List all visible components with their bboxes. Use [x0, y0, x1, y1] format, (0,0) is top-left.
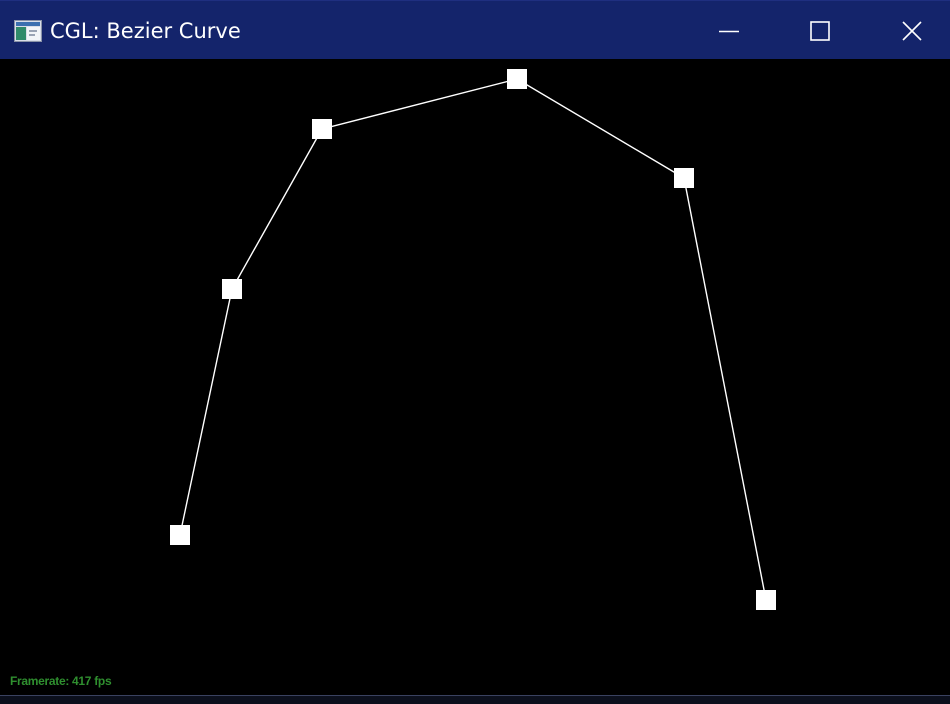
close-button[interactable]: [864, 1, 950, 60]
maximize-icon: [810, 21, 830, 41]
minimize-icon: [719, 30, 739, 33]
app-icon: [14, 20, 42, 42]
render-canvas[interactable]: [0, 59, 950, 695]
control-polygon: [179, 78, 767, 601]
minimize-button[interactable]: [684, 1, 774, 60]
title-bar[interactable]: CGL: Bezier Curve: [0, 0, 950, 59]
bezier-scene[interactable]: [0, 59, 950, 695]
window-title: CGL: Bezier Curve: [50, 19, 241, 43]
control-point[interactable]: [674, 168, 694, 188]
close-icon: [902, 21, 922, 41]
control-point[interactable]: [170, 525, 190, 545]
control-point[interactable]: [507, 69, 527, 89]
background-window-edge: [0, 695, 950, 704]
control-point[interactable]: [312, 119, 332, 139]
app-window: CGL: Bezier Curve Framerate: 417 fps: [0, 0, 950, 704]
control-point[interactable]: [756, 590, 776, 610]
control-point[interactable]: [222, 279, 242, 299]
maximize-button[interactable]: [774, 1, 864, 60]
framerate-label: Framerate: 417 fps: [10, 674, 112, 688]
